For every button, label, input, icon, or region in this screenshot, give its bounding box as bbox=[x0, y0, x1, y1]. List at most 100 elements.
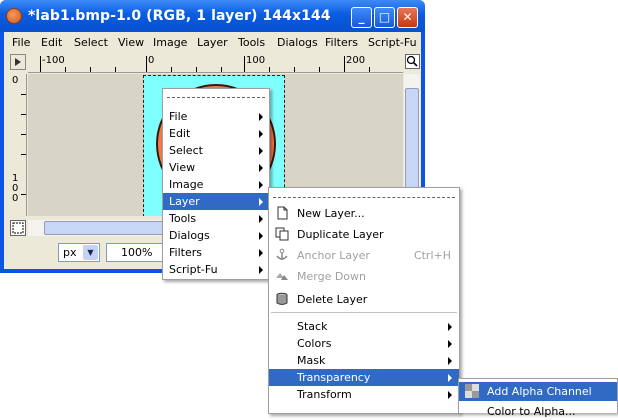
anchor-icon bbox=[275, 248, 289, 262]
menu-item-transparency[interactable]: Transparency bbox=[269, 369, 459, 386]
horizontal-scroll-thumb[interactable] bbox=[44, 221, 164, 235]
menu-item-filters[interactable]: Filters bbox=[163, 244, 269, 261]
ruler-tick bbox=[40, 56, 41, 72]
menu-item-transform[interactable]: Transform bbox=[269, 386, 459, 403]
menu-image[interactable]: Image bbox=[153, 36, 187, 49]
menu-item-label: Stack bbox=[297, 320, 328, 333]
menu-item-anchor-layer[interactable]: Anchor Layer Ctrl+H bbox=[269, 247, 459, 264]
menu-item-stack[interactable]: Stack bbox=[269, 318, 459, 335]
menu-item-delete-layer[interactable]: Delete Layer bbox=[269, 291, 459, 308]
new-layer-icon bbox=[275, 206, 289, 220]
title-bar[interactable]: *lab1.bmp-1.0 (RGB, 1 layer) 144x144 _ □… bbox=[0, 0, 425, 32]
close-button[interactable]: ✕ bbox=[397, 7, 418, 28]
menu-item-label: Edit bbox=[169, 127, 191, 140]
menu-item-merge-down[interactable]: Merge Down bbox=[269, 268, 459, 285]
unit-value: px bbox=[63, 246, 77, 259]
gimp-app-icon[interactable] bbox=[6, 8, 22, 24]
submenu-arrow-icon bbox=[259, 113, 263, 121]
navigate-icon[interactable] bbox=[405, 54, 420, 69]
ruler-tick bbox=[21, 114, 26, 115]
chevron-down-icon[interactable]: ▼ bbox=[83, 245, 98, 260]
zoom-select[interactable]: 100% bbox=[106, 243, 168, 262]
menu-item-label: Add Alpha Channel bbox=[487, 385, 592, 398]
vertical-ruler[interactable]: 0 1 0 0 bbox=[10, 74, 27, 216]
ruler-tick bbox=[21, 154, 26, 155]
submenu-arrow-icon bbox=[259, 215, 263, 223]
submenu-arrow-icon bbox=[259, 147, 263, 155]
ruler-menu-icon[interactable] bbox=[10, 54, 26, 70]
menu-item-layer[interactable]: Layer bbox=[163, 193, 269, 210]
menu-item-label: Transform bbox=[297, 388, 352, 401]
menu-item-view[interactable]: View bbox=[163, 159, 269, 176]
unit-select[interactable]: px ▼ bbox=[58, 243, 100, 262]
submenu-arrow-icon bbox=[259, 130, 263, 138]
minimize-button[interactable]: _ bbox=[351, 7, 372, 28]
menu-edit[interactable]: Edit bbox=[41, 36, 62, 49]
menu-item-colors[interactable]: Colors bbox=[269, 335, 459, 352]
menu-item-label: Color to Alpha... bbox=[487, 405, 576, 418]
ruler-tick bbox=[21, 134, 26, 135]
menu-item-label: Colors bbox=[297, 337, 332, 350]
ruler-label: 100 bbox=[246, 55, 266, 66]
tear-off-line[interactable] bbox=[273, 197, 455, 198]
menu-select[interactable]: Select bbox=[74, 36, 108, 49]
horizontal-ruler[interactable]: -100 0 100 200 bbox=[28, 54, 403, 73]
submenu-arrow-icon bbox=[259, 198, 263, 206]
menu-item-label: Anchor Layer bbox=[297, 249, 370, 262]
ruler-tick bbox=[65, 67, 66, 72]
menu-item-duplicate-layer[interactable]: Duplicate Layer bbox=[269, 226, 459, 243]
quickmask-icon[interactable] bbox=[10, 220, 26, 236]
tear-off-line[interactable] bbox=[167, 97, 265, 98]
menu-item-dialogs[interactable]: Dialogs bbox=[163, 227, 269, 244]
menu-filters[interactable]: Filters bbox=[325, 36, 358, 49]
menu-dialogs[interactable]: Dialogs bbox=[277, 36, 318, 49]
alpha-channel-icon bbox=[465, 384, 479, 398]
merge-down-icon bbox=[275, 269, 289, 283]
menu-item-label: Select bbox=[169, 144, 203, 157]
menu-layer[interactable]: Layer bbox=[197, 36, 228, 49]
menu-item-tools[interactable]: Tools bbox=[163, 210, 269, 227]
submenu-arrow-icon bbox=[448, 374, 452, 382]
menu-item-add-alpha-channel[interactable]: Add Alpha Channel bbox=[459, 382, 617, 401]
menu-file[interactable]: File bbox=[12, 36, 30, 49]
window-title: *lab1.bmp-1.0 (RGB, 1 layer) 144x144 bbox=[28, 8, 331, 24]
menu-item-mask[interactable]: Mask bbox=[269, 352, 459, 369]
ruler-tick bbox=[244, 56, 245, 72]
maximize-button[interactable]: □ bbox=[374, 7, 395, 28]
menu-item-label: Script-Fu bbox=[169, 263, 218, 276]
menu-script-fu[interactable]: Script-Fu bbox=[368, 36, 417, 49]
ruler-tick bbox=[146, 56, 147, 72]
menu-item-label: Merge Down bbox=[297, 270, 367, 283]
menu-item-select[interactable]: Select bbox=[163, 142, 269, 159]
transparency-submenu: Add Alpha Channel Color to Alpha... bbox=[458, 378, 618, 418]
submenu-arrow-icon bbox=[259, 232, 263, 240]
menu-item-label: View bbox=[169, 161, 196, 174]
menu-item-new-layer[interactable]: New Layer... bbox=[269, 205, 459, 222]
menu-view[interactable]: View bbox=[118, 36, 144, 49]
ruler-tick bbox=[171, 67, 172, 72]
ruler-tick bbox=[196, 67, 197, 72]
submenu-arrow-icon bbox=[448, 340, 452, 348]
menu-item-script-fu[interactable]: Script-Fu bbox=[163, 261, 269, 278]
ruler-tick bbox=[319, 67, 320, 72]
layer-submenu: New Layer... Duplicate Layer Anchor Laye… bbox=[268, 187, 460, 414]
ruler-tick bbox=[90, 67, 91, 72]
ruler-tick bbox=[21, 194, 26, 195]
submenu-arrow-icon bbox=[448, 357, 452, 365]
menu-item-label: Filters bbox=[169, 246, 202, 259]
menu-tools[interactable]: Tools bbox=[238, 36, 265, 49]
menu-item-file[interactable]: File bbox=[163, 108, 269, 125]
menu-item-edit[interactable]: Edit bbox=[163, 125, 269, 142]
menu-item-label: Mask bbox=[297, 354, 326, 367]
submenu-arrow-icon bbox=[259, 249, 263, 257]
ruler-label: 1 0 0 bbox=[12, 173, 19, 204]
ruler-tick bbox=[294, 67, 295, 72]
menu-item-image[interactable]: Image bbox=[163, 176, 269, 193]
menu-item-label: Delete Layer bbox=[297, 293, 368, 306]
menu-item-color-to-alpha[interactable]: Color to Alpha... bbox=[459, 403, 617, 420]
menu-item-label: Duplicate Layer bbox=[297, 228, 384, 241]
delete-layer-icon bbox=[275, 292, 289, 306]
menu-item-label: Dialogs bbox=[169, 229, 210, 242]
vertical-scroll-thumb[interactable] bbox=[405, 88, 419, 198]
ruler-label: -100 bbox=[42, 55, 65, 66]
